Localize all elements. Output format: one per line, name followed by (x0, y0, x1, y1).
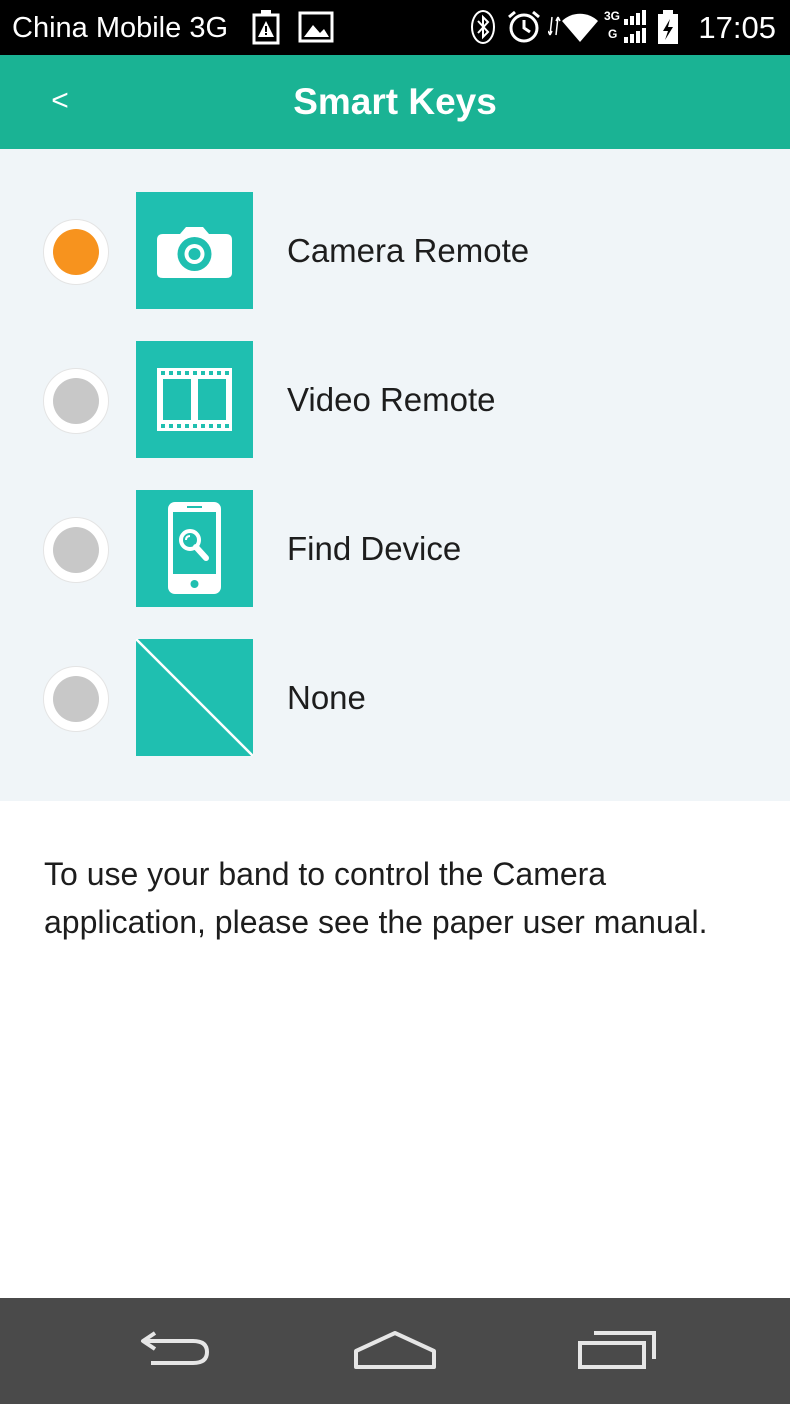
radio-button[interactable] (43, 517, 109, 583)
option-label: Video Remote (287, 381, 496, 418)
clock: 17:05 (698, 10, 776, 45)
radio-button[interactable] (43, 666, 109, 732)
alarm-icon (506, 9, 542, 50)
battery-warning-icon (250, 9, 282, 50)
radio-button[interactable] (43, 219, 109, 285)
bluetooth-icon (470, 9, 496, 50)
find-phone-icon (136, 490, 253, 607)
radio-dot (53, 527, 99, 573)
option-camera-remote[interactable]: Camera Remote (0, 149, 790, 309)
option-find-device[interactable]: Find Device (0, 447, 790, 607)
app-bar: Smart Keys < (0, 55, 790, 149)
recents-nav-button[interactable] (556, 1321, 676, 1381)
page-title: Smart Keys (293, 81, 497, 122)
status-bar: China Mobile 3G 3G G 17:05 (0, 0, 790, 55)
image-icon (298, 9, 334, 50)
radio-dot (53, 676, 99, 722)
home-icon (354, 1331, 436, 1369)
wifi-icon (547, 9, 600, 50)
back-button[interactable]: < (32, 73, 88, 129)
smart-key-options: Camera Remote Video Remote Find Device N… (0, 149, 790, 801)
option-video-remote[interactable]: Video Remote (0, 298, 790, 458)
option-label: Camera Remote (287, 232, 530, 269)
signal-icon: 3G G (604, 9, 648, 49)
navigation-bar (0, 1298, 790, 1404)
instruction-text: To use your band to control the Camera a… (44, 856, 708, 940)
carrier-name: China Mobile 3G (12, 12, 228, 44)
recent-apps-icon (578, 1331, 656, 1369)
option-label: None (287, 679, 366, 716)
radio-dot (53, 229, 99, 275)
home-nav-button[interactable] (335, 1321, 455, 1381)
camera-icon (136, 192, 253, 309)
back-nav-button[interactable] (115, 1321, 235, 1381)
radio-dot (53, 378, 99, 424)
option-label: Find Device (287, 530, 462, 567)
battery-charging-icon (656, 9, 680, 50)
radio-button[interactable] (43, 368, 109, 434)
option-none[interactable]: None (0, 596, 790, 756)
back-arrow-icon (141, 1331, 209, 1365)
film-icon (136, 341, 253, 458)
none-icon (136, 639, 253, 756)
